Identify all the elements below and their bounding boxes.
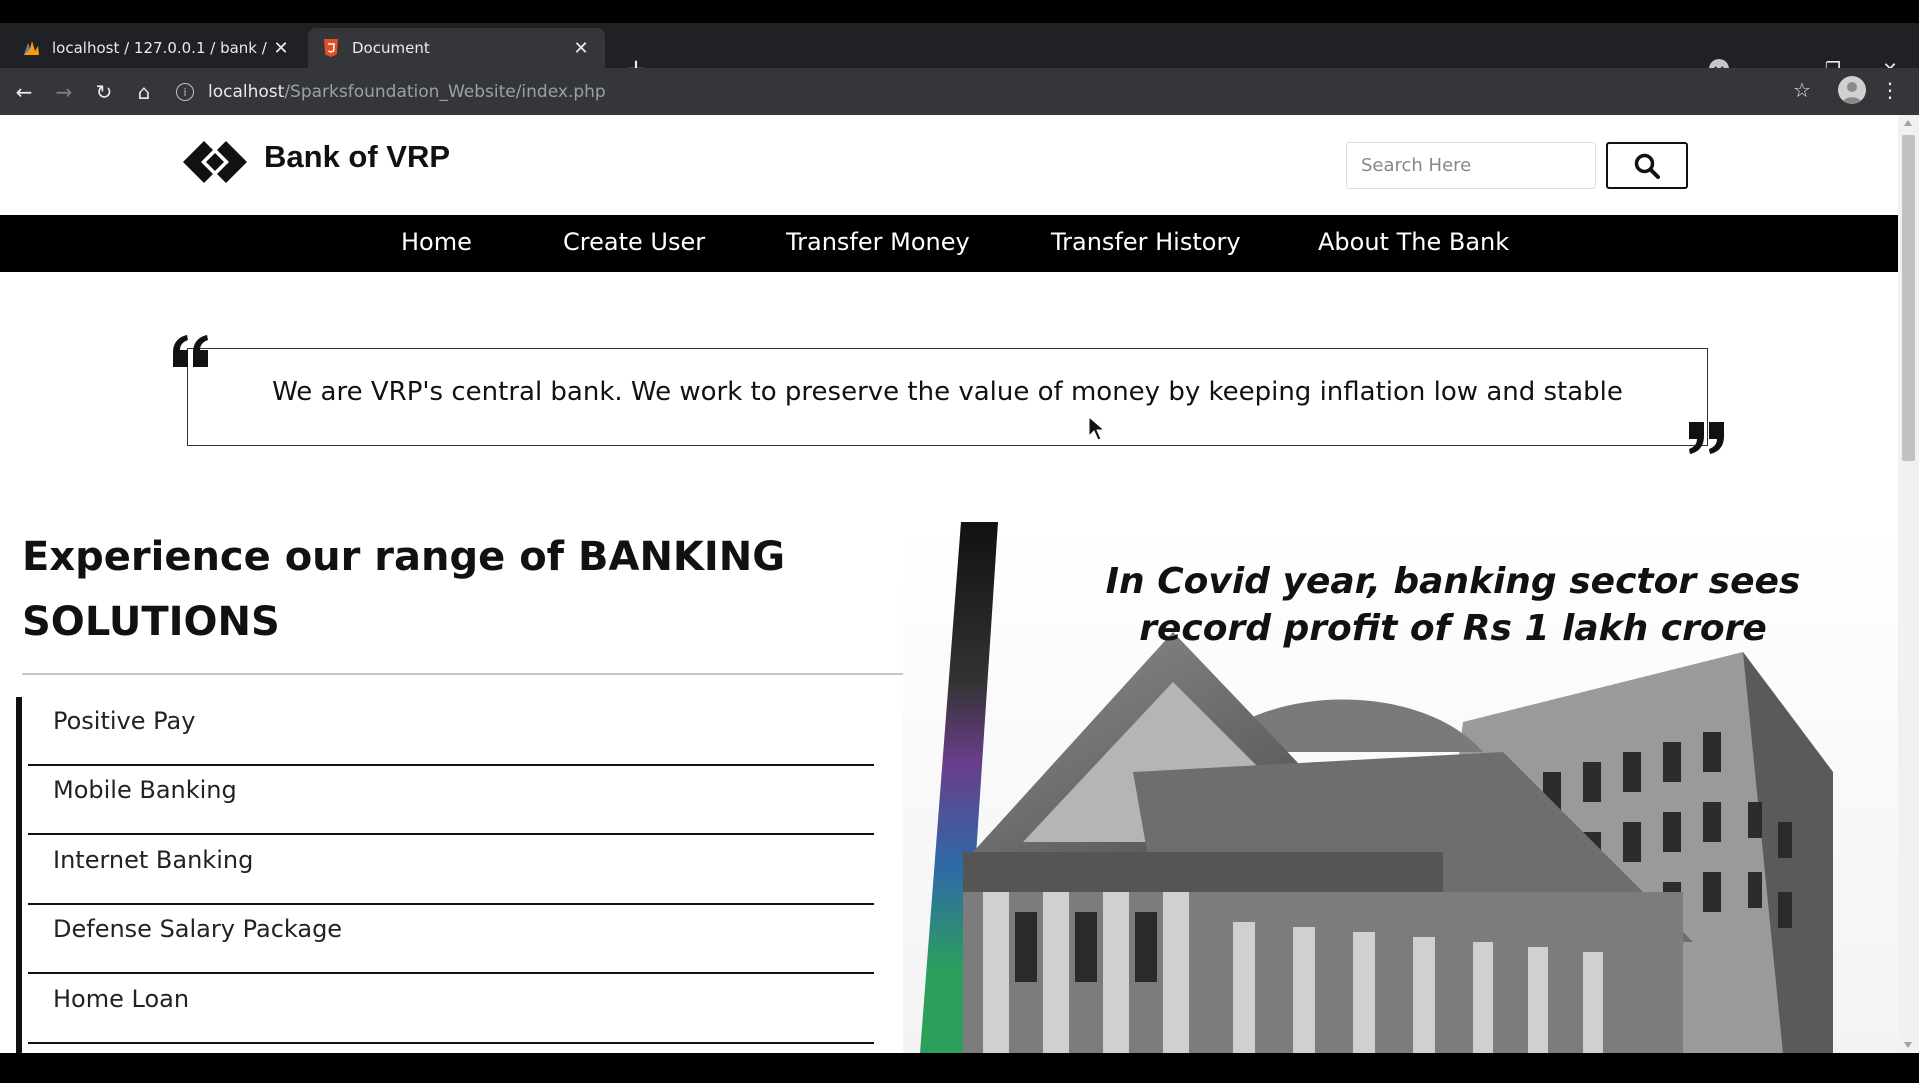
search-button[interactable]	[1606, 142, 1688, 189]
solution-item-home-loan[interactable]: Home Loan	[28, 975, 874, 1044]
main-navigation: Home Create User Transfer Money Transfer…	[0, 215, 1898, 272]
search-icon	[1634, 153, 1660, 179]
scroll-up-arrow-icon[interactable]	[1904, 120, 1912, 126]
site-info-icon[interactable]: i	[176, 83, 194, 101]
browser-tab-strip: localhost / 127.0.0.1 / bank / use ✕ Doc…	[0, 23, 1919, 84]
url-host: localhost	[208, 82, 285, 102]
solution-item-internet-banking[interactable]: Internet Banking	[28, 836, 874, 905]
screen-bottom-bar	[0, 1053, 1919, 1083]
nav-transfer-history[interactable]: Transfer History	[1051, 228, 1241, 256]
tab-title: localhost / 127.0.0.1 / bank / use	[52, 39, 271, 57]
close-tab-icon[interactable]: ✕	[271, 38, 291, 59]
tab-title: Document	[352, 39, 430, 57]
banner-headline: In Covid year, banking sector sees recor…	[1105, 561, 1801, 649]
close-quote-icon	[1689, 422, 1724, 454]
search-input[interactable]	[1346, 142, 1596, 189]
solution-item-label: Mobile Banking	[53, 776, 237, 804]
solutions-heading: Experience our range of BANKING SOLUTION…	[22, 534, 786, 645]
address-bar[interactable]: i localhost/Sparksfoundation_Website/ind…	[176, 78, 1796, 106]
solution-item-label: Positive Pay	[53, 707, 196, 735]
solution-item-positive-pay[interactable]: Positive Pay	[28, 697, 874, 766]
quote-box: We are VRP's central bank. We work to pr…	[187, 348, 1708, 446]
quote-text: We are VRP's central bank. We work to pr…	[272, 377, 1623, 407]
scrollbar-thumb[interactable]	[1902, 135, 1915, 461]
screen-top-bar	[0, 0, 1919, 23]
solution-item-label: Defense Salary Package	[53, 915, 343, 943]
banner-image: In Covid year, banking sector sees recor…	[903, 522, 1898, 1053]
nav-transfer-money[interactable]: Transfer Money	[786, 228, 970, 256]
open-quote-icon	[173, 335, 208, 367]
url-path: /Sparksfoundation_Website/index.php	[284, 82, 606, 102]
nav-about-the-bank[interactable]: About The Bank	[1318, 228, 1509, 256]
solutions-list: Positive Pay Mobile Banking Internet Ban…	[16, 697, 874, 1053]
page-viewport: Bank of VRP Home Create User Transfer Mo…	[0, 115, 1898, 1053]
nav-create-user[interactable]: Create User	[563, 228, 705, 256]
browser-toolbar: ← → ↻ ⌂ i localhost/Sparksfoundation_Web…	[0, 68, 1919, 115]
bookmark-star-icon[interactable]: ☆	[1790, 78, 1814, 102]
scroll-down-arrow-icon[interactable]	[1904, 1042, 1912, 1048]
section-divider	[22, 673, 930, 675]
close-tab-icon[interactable]: ✕	[571, 38, 591, 59]
profile-avatar[interactable]	[1838, 76, 1866, 104]
back-icon[interactable]: ←	[10, 78, 38, 106]
solution-item-defense-salary-package[interactable]: Defense Salary Package	[28, 905, 874, 974]
html5-icon	[322, 39, 340, 57]
home-icon[interactable]: ⌂	[130, 78, 158, 106]
nav-home[interactable]: Home	[401, 228, 472, 256]
solution-item-mobile-banking[interactable]: Mobile Banking	[28, 766, 874, 835]
phpmyadmin-icon	[22, 39, 40, 57]
browser-tab-document[interactable]: Document ✕	[308, 28, 605, 68]
forward-icon[interactable]: →	[50, 78, 78, 106]
mouse-cursor-icon	[1088, 416, 1106, 441]
reload-icon[interactable]: ↻	[90, 78, 118, 106]
solution-item-label: Internet Banking	[53, 846, 254, 874]
diamond-logo-icon	[183, 141, 247, 183]
solution-item-label: Home Loan	[53, 985, 190, 1013]
page-scrollbar[interactable]	[1898, 115, 1919, 1053]
browser-menu-icon[interactable]: ⋮	[1880, 78, 1900, 102]
brand-name[interactable]: Bank of VRP	[264, 139, 450, 175]
browser-tab-phpmyadmin[interactable]: localhost / 127.0.0.1 / bank / use ✕	[8, 28, 305, 68]
